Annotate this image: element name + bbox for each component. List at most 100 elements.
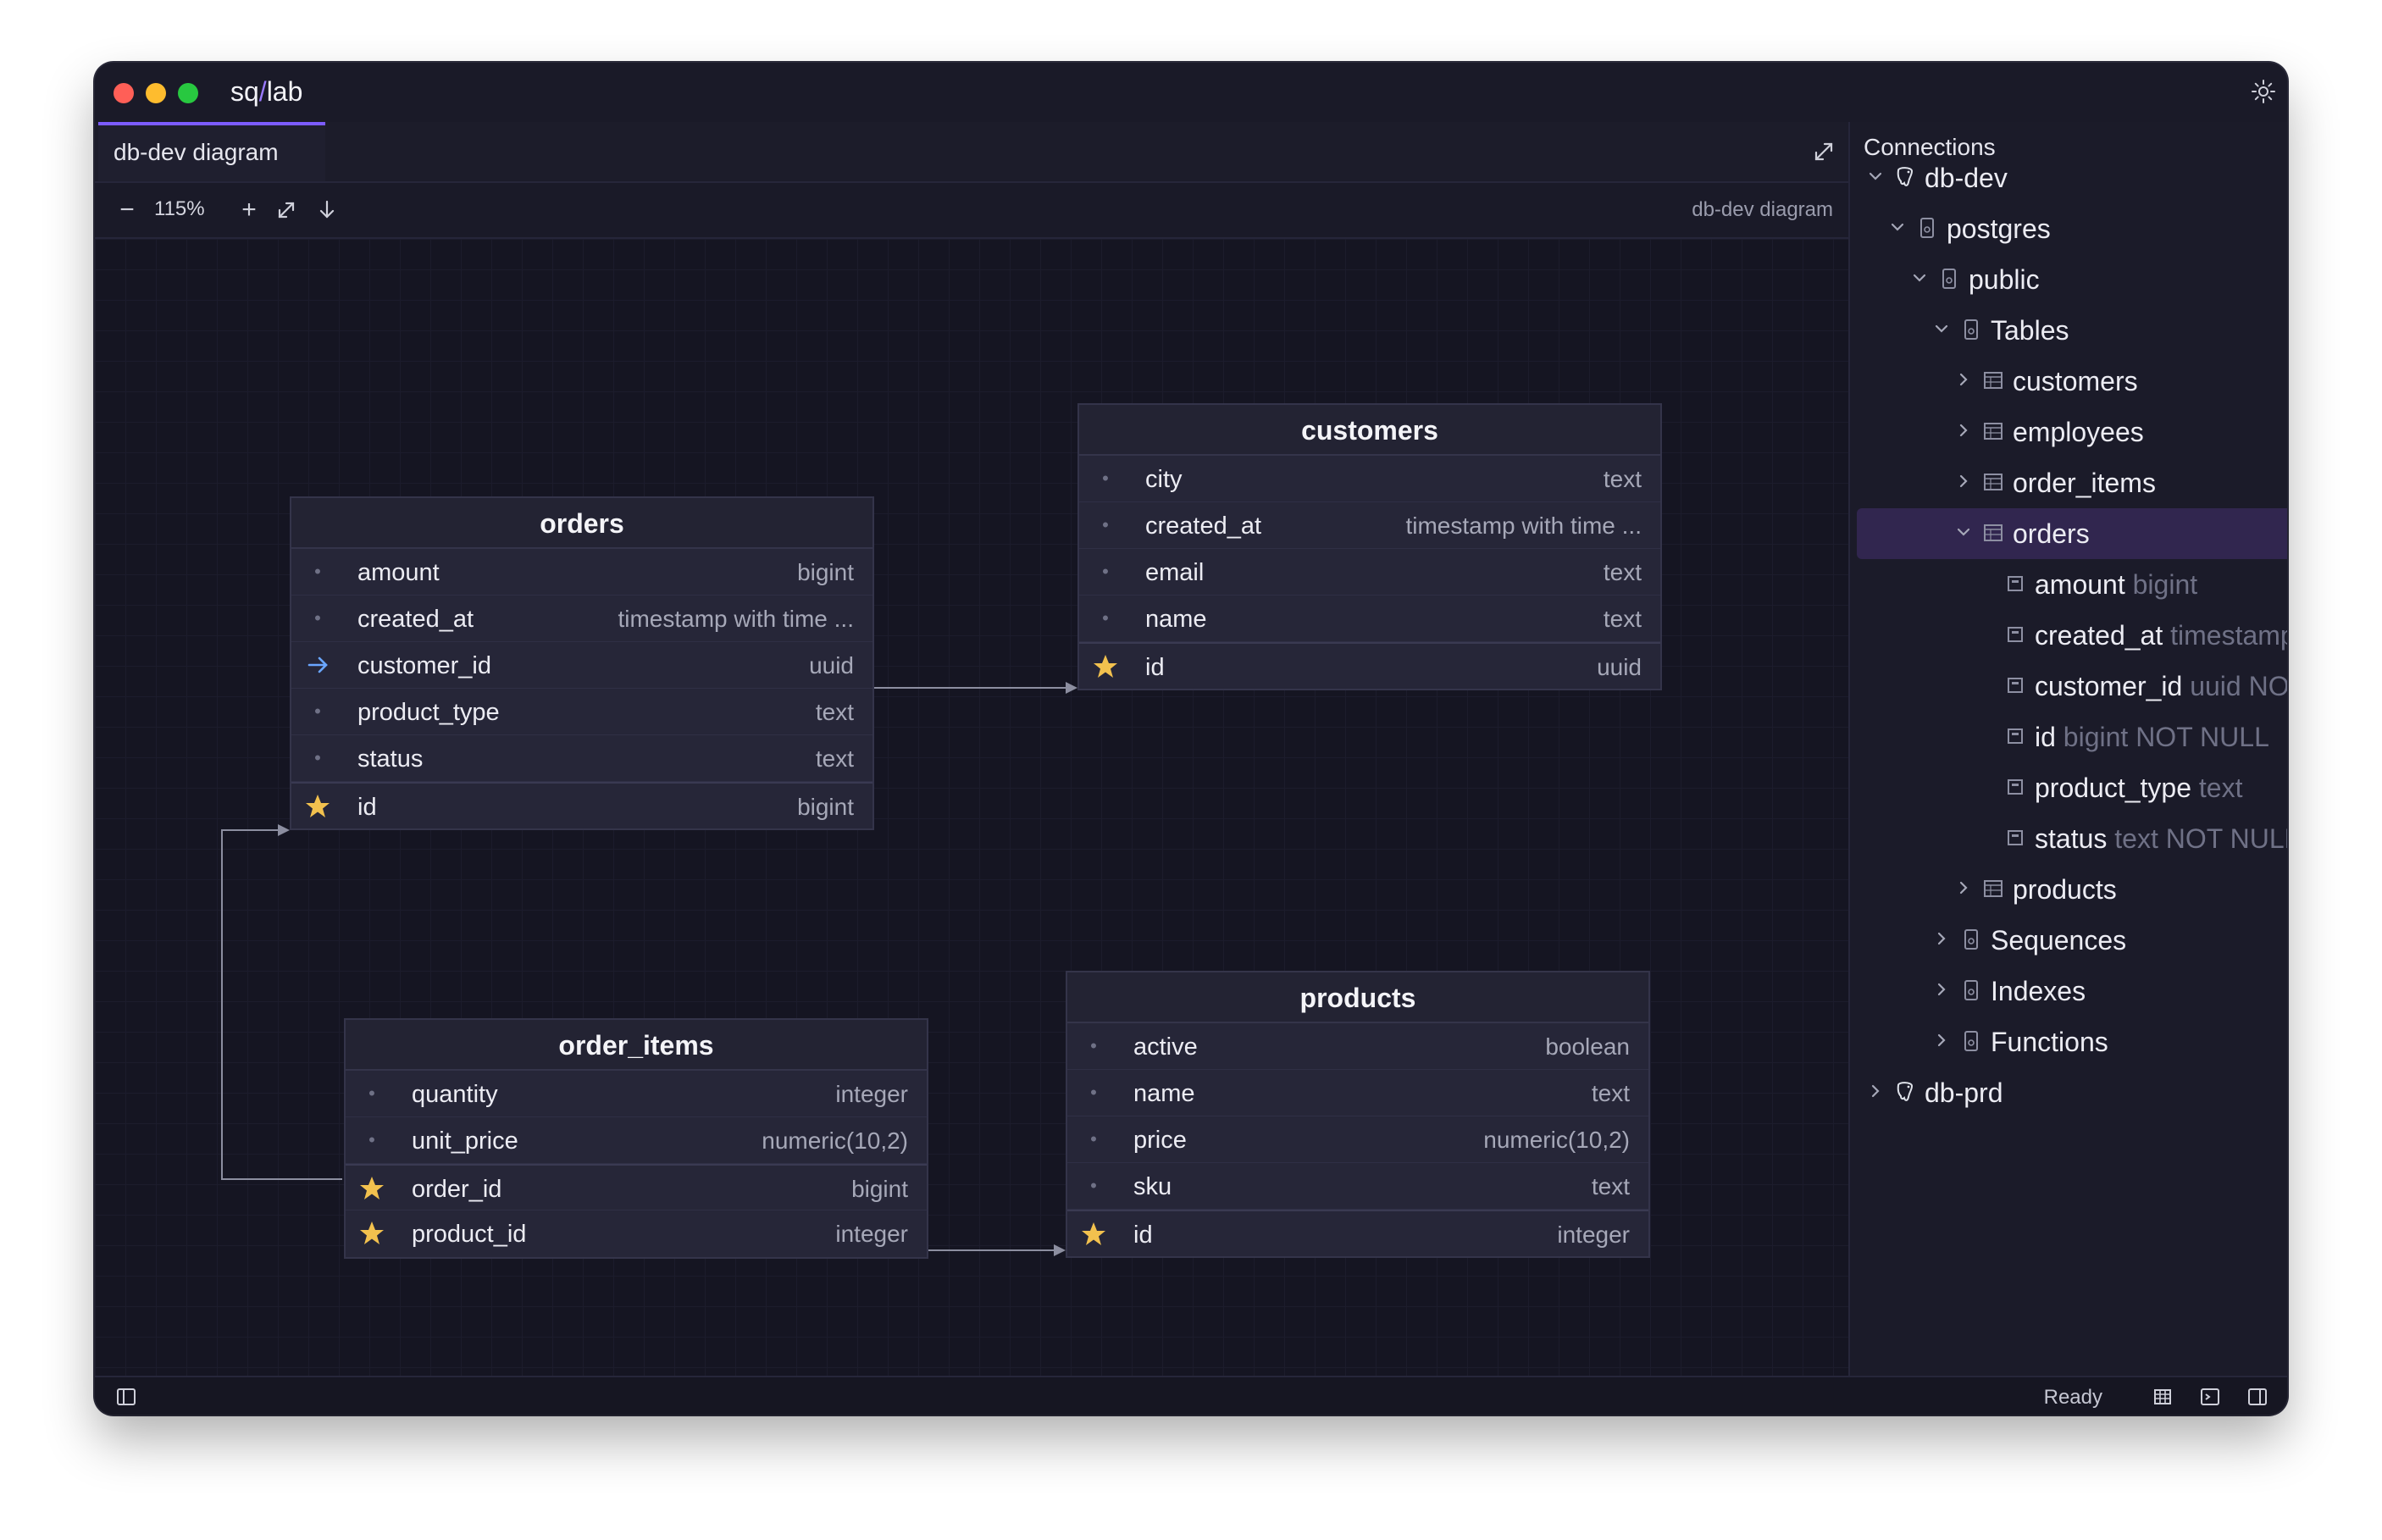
tree-item-name: Indexes bbox=[1991, 976, 2086, 1006]
tree-item-type: timestamp bbox=[2170, 620, 2287, 651]
column-name: quantity bbox=[412, 1081, 498, 1108]
column-row[interactable]: • sku text bbox=[1067, 1163, 1648, 1210]
tree-item-db-prd[interactable]: db-prd bbox=[1850, 1067, 2287, 1118]
column-row[interactable]: customer_id uuid bbox=[291, 642, 872, 689]
column-row[interactable]: • status text bbox=[291, 735, 872, 782]
chevron-down-icon[interactable] bbox=[1930, 317, 1953, 341]
column-row[interactable]: • created_at timestamp with time ... bbox=[291, 596, 872, 642]
column-dot-icon: • bbox=[1102, 607, 1109, 629]
tree-item-status[interactable]: status text NOT NULL bbox=[1850, 813, 2287, 864]
tree-item-employees[interactable]: employees bbox=[1850, 407, 2287, 457]
toggle-panel-icon[interactable] bbox=[2246, 1386, 2268, 1408]
status-text: Ready bbox=[2043, 1386, 2102, 1409]
toggle-sidebar-icon[interactable] bbox=[115, 1386, 137, 1408]
column-icon bbox=[2008, 830, 2023, 845]
chevron-right-icon[interactable] bbox=[1952, 469, 1975, 493]
grid-view-icon[interactable] bbox=[2152, 1386, 2174, 1408]
table-title: order_items bbox=[346, 1020, 927, 1071]
column-row[interactable]: id bigint bbox=[291, 782, 872, 828]
tree-item-postgres[interactable]: postgres bbox=[1850, 203, 2287, 254]
app-title-suffix: lab bbox=[266, 76, 303, 107]
chevron-down-icon[interactable] bbox=[1908, 266, 1931, 290]
column-dot-icon: • bbox=[1090, 1082, 1097, 1103]
table-icon bbox=[1984, 372, 2003, 389]
tree-item-orders[interactable]: orders bbox=[1857, 508, 2287, 559]
tree-item-created-at[interactable]: created_at timestamp bbox=[1850, 610, 2287, 661]
column-row[interactable]: • price numeric(10,2) bbox=[1067, 1116, 1648, 1163]
zoom-out-button[interactable]: − bbox=[110, 193, 144, 227]
tree-item-order-items[interactable]: order_items bbox=[1850, 457, 2287, 508]
tab-db-dev-diagram[interactable]: db-dev diagram bbox=[98, 122, 325, 181]
column-row[interactable]: • unit_price numeric(10,2) bbox=[346, 1117, 927, 1164]
fit-view-icon[interactable] bbox=[269, 193, 303, 227]
column-row[interactable]: • quantity integer bbox=[346, 1071, 927, 1117]
column-type: integer bbox=[1557, 1221, 1630, 1248]
tree-item-label: db-dev bbox=[1925, 163, 2008, 194]
column-name: price bbox=[1133, 1127, 1187, 1154]
tree-item-name: Functions bbox=[1991, 1027, 2108, 1057]
column-row[interactable]: • name text bbox=[1079, 596, 1660, 642]
diagram-pane: db-dev diagram − 115% + db-dev diagram o… bbox=[95, 122, 1848, 1376]
maximize-window-button[interactable] bbox=[178, 83, 198, 103]
folder-icon bbox=[1964, 980, 1978, 1000]
chevron-right-icon[interactable] bbox=[1952, 418, 1975, 442]
tree-item-name: status bbox=[2035, 823, 2108, 854]
postgres-elephant-icon bbox=[1897, 1082, 1914, 1101]
diagram-canvas[interactable]: orders • amount bigint • created_at timestamp… bbox=[95, 239, 1848, 1376]
column-icon bbox=[2008, 627, 2023, 642]
chevron-right-icon[interactable] bbox=[1930, 978, 1953, 1001]
table-card-order-items[interactable]: order_items • quantity integer • unit_price n… bbox=[344, 1018, 928, 1259]
tree-item-product-type[interactable]: product_type text bbox=[1850, 762, 2287, 813]
table-card-orders[interactable]: orders • amount bigint • created_at timestamp… bbox=[290, 496, 874, 830]
chevron-right-icon[interactable] bbox=[1952, 368, 1975, 391]
table-card-products[interactable]: products • active boolean • name text • price nu… bbox=[1066, 971, 1650, 1258]
column-row[interactable]: id integer bbox=[1067, 1210, 1648, 1256]
tree-item-name: product_type bbox=[2035, 773, 2192, 803]
tree-item-indexes[interactable]: Indexes bbox=[1850, 966, 2287, 1017]
column-row[interactable]: • active boolean bbox=[1067, 1023, 1648, 1070]
chevron-down-icon[interactable] bbox=[1864, 164, 1887, 188]
arrowhead-orders bbox=[278, 824, 290, 836]
close-window-button[interactable] bbox=[114, 83, 134, 103]
tree-item-id[interactable]: id bigint NOT NULL bbox=[1850, 712, 2287, 762]
zoom-in-button[interactable]: + bbox=[232, 193, 266, 227]
tree-item-customers[interactable]: customers bbox=[1850, 356, 2287, 407]
tree-item-type: bigint bbox=[2132, 569, 2198, 600]
tree-item-public[interactable]: public bbox=[1850, 254, 2287, 305]
tree-item-db-dev[interactable]: db-dev bbox=[1850, 152, 2287, 203]
tree-item-amount[interactable]: amount bigint bbox=[1850, 559, 2287, 610]
table-title: customers bbox=[1079, 405, 1660, 456]
column-row[interactable]: • name text bbox=[1067, 1070, 1648, 1116]
minimize-window-button[interactable] bbox=[146, 83, 166, 103]
column-row[interactable]: id uuid bbox=[1079, 642, 1660, 689]
terminal-icon[interactable] bbox=[2199, 1386, 2221, 1408]
chevron-down-icon[interactable] bbox=[1952, 520, 1975, 544]
tree-item-customer-id[interactable]: customer_id uuid NO bbox=[1850, 661, 2287, 712]
column-type: bigint bbox=[797, 794, 854, 820]
column-row[interactable]: order_id bigint bbox=[346, 1164, 927, 1210]
tab-bar: db-dev diagram bbox=[95, 122, 1848, 183]
column-row[interactable]: • city text bbox=[1079, 456, 1660, 502]
chevron-down-icon[interactable] bbox=[1886, 215, 1909, 239]
column-row[interactable]: • email text bbox=[1079, 549, 1660, 596]
tree-item-functions[interactable]: Functions bbox=[1850, 1017, 2287, 1067]
tree-item-label: order_items bbox=[2013, 468, 2156, 499]
column-row[interactable]: • product_type text bbox=[291, 689, 872, 735]
tree-item-label: products bbox=[2013, 874, 2117, 906]
sun-icon[interactable] bbox=[2250, 78, 2277, 105]
chevron-right-icon[interactable] bbox=[1864, 1079, 1887, 1103]
download-icon[interactable] bbox=[310, 193, 344, 227]
column-row[interactable]: • created_at timestamp with time ... bbox=[1079, 502, 1660, 549]
tab-label: db-dev diagram bbox=[114, 139, 279, 165]
expand-icon[interactable] bbox=[1809, 137, 1838, 166]
table-card-customers[interactable]: customers • city text • created_at timestamp … bbox=[1077, 403, 1662, 690]
chevron-right-icon[interactable] bbox=[1952, 876, 1975, 900]
tree-item-sequences[interactable]: Sequences bbox=[1850, 915, 2287, 966]
tree-item-tables[interactable]: Tables bbox=[1850, 305, 2287, 356]
column-row[interactable]: • amount bigint bbox=[291, 549, 872, 596]
column-row[interactable]: product_id integer bbox=[346, 1210, 927, 1257]
tree-item-products[interactable]: products bbox=[1850, 864, 2287, 915]
chevron-right-icon[interactable] bbox=[1930, 927, 1953, 950]
column-dot-icon: • bbox=[1102, 468, 1109, 489]
chevron-right-icon[interactable] bbox=[1930, 1028, 1953, 1052]
